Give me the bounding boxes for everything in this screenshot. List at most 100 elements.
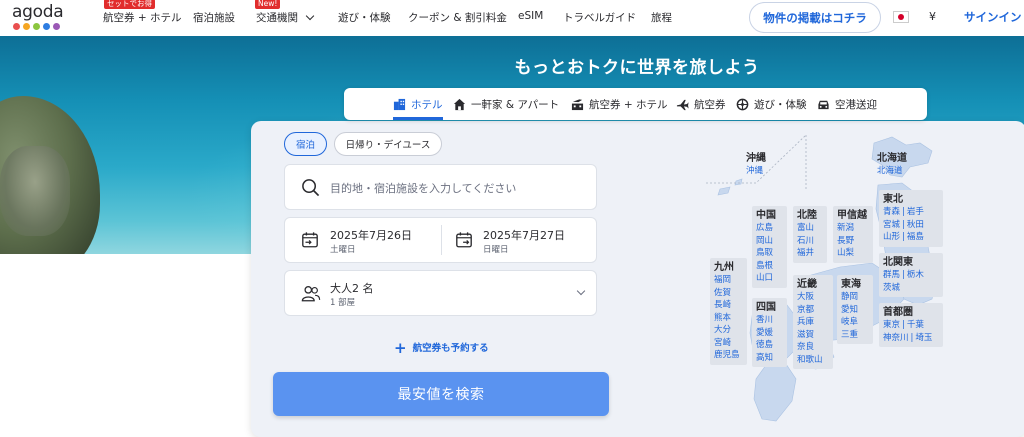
separator: | xyxy=(902,320,905,330)
prefecture-link[interactable]: 佐賀 xyxy=(714,288,731,298)
prefecture-link[interactable]: 三重 xyxy=(841,330,858,340)
prefecture-link[interactable]: 長崎 xyxy=(714,300,731,310)
nav-accommodations[interactable]: 宿泊施設 xyxy=(193,10,235,25)
prefecture-link[interactable]: 長野 xyxy=(837,236,854,246)
nav-activities[interactable]: 遊び・体験 xyxy=(338,10,391,25)
separator: | xyxy=(902,207,905,217)
prefecture-link[interactable]: 熊本 xyxy=(714,313,731,323)
guests-adults: 大人2 名 xyxy=(330,282,374,295)
logo-dot xyxy=(23,23,30,30)
nav-transport[interactable]: New! 交通機関 xyxy=(255,0,315,25)
prefecture-link[interactable]: 秋田 xyxy=(907,220,924,230)
tab-flight-hotel[interactable]: 航空券 + ホテル xyxy=(571,88,667,120)
agoda-logo[interactable]: agoda xyxy=(12,2,64,33)
prefecture-row: 静岡 xyxy=(841,291,869,304)
prefecture-link[interactable]: 宮崎 xyxy=(714,338,731,348)
checkin-day: 土曜日 xyxy=(330,245,356,255)
prefecture-row: 熊本 xyxy=(714,312,743,325)
prefecture-row: 福井 xyxy=(797,247,823,260)
destination-placeholder: 目的地・宿泊施設を入力してください xyxy=(330,182,517,195)
list-property-button[interactable]: 物件の掲載はコチラ xyxy=(749,2,881,33)
prefecture-link[interactable]: 宮城 xyxy=(883,220,900,230)
currency-selector[interactable]: ¥ xyxy=(929,10,936,23)
tab-hotel[interactable]: ホテル xyxy=(393,88,443,120)
nav-travel-guide[interactable]: トラベルガイド xyxy=(563,10,636,25)
search-panel: 宿泊 日帰り・デイユース 目的地・宿泊施設を入力してください 2025年7月26… xyxy=(251,121,1024,437)
prefecture-link[interactable]: 兵庫 xyxy=(797,317,814,327)
prefecture-link[interactable]: 高知 xyxy=(756,353,773,363)
prefecture-link[interactable]: 石川 xyxy=(797,236,814,246)
nav-coupons[interactable]: クーポン & 割引料金 xyxy=(408,10,507,25)
activities-icon xyxy=(736,98,749,110)
prefecture-row: 愛知 xyxy=(841,304,869,317)
nav-label: 旅程 xyxy=(651,12,672,24)
checkin-field[interactable]: 2025年7月26日 土曜日 xyxy=(285,218,441,262)
region-name: 北陸 xyxy=(797,210,817,221)
prefecture-row: 群馬 | 栃木 xyxy=(883,269,939,282)
prefecture-link[interactable]: 神奈川 xyxy=(883,333,909,343)
prefecture-link[interactable]: 茨城 xyxy=(883,283,900,293)
prefecture-link[interactable]: 広島 xyxy=(756,223,773,233)
separator: | xyxy=(910,332,914,343)
prefecture-link[interactable]: 青森 xyxy=(883,207,900,217)
guests-field[interactable]: 大人2 名 1 部屋 xyxy=(284,270,597,316)
prefecture-link[interactable]: 山形 xyxy=(883,232,900,242)
tab-airport-transfer[interactable]: 空港送迎 xyxy=(817,88,877,120)
prefecture-link[interactable]: 鹿児島 xyxy=(714,350,740,360)
prefecture-row: 神奈川 | 埼玉 xyxy=(883,332,939,345)
prefecture-link[interactable]: 北海道 xyxy=(877,166,903,176)
prefecture-link[interactable]: 鳥取 xyxy=(756,248,773,258)
prefecture-link[interactable]: 沖縄 xyxy=(746,166,763,176)
region-name: 東北 xyxy=(883,194,903,205)
prefecture-link[interactable]: 新潟 xyxy=(837,223,854,233)
nav-label: 交通機関 xyxy=(256,12,298,24)
prefecture-link[interactable]: 愛媛 xyxy=(756,328,773,338)
prefecture-row: 岡山 xyxy=(756,235,783,248)
prefecture-link[interactable]: 京都 xyxy=(797,305,814,315)
nav-label: クーポン & 割引料金 xyxy=(408,12,507,24)
prefecture-link[interactable]: 大阪 xyxy=(797,292,814,302)
prefecture-link[interactable]: 岩手 xyxy=(907,207,924,217)
add-flight-link[interactable]: + 航空券も予約する xyxy=(394,337,489,357)
tab-activities[interactable]: 遊び・体験 xyxy=(736,88,807,120)
checkout-day: 日曜日 xyxy=(483,245,509,255)
tab-homes-apartments[interactable]: 一軒家 & アパート xyxy=(453,88,559,120)
prefecture-link[interactable]: 福井 xyxy=(797,248,814,258)
prefecture-link[interactable]: 島根 xyxy=(756,261,773,271)
stay-type-overnight[interactable]: 宿泊 xyxy=(284,132,327,156)
prefecture-row: 大分 xyxy=(714,324,743,337)
signin-link[interactable]: サインイン xyxy=(964,9,1022,25)
prefecture-link[interactable]: 徳島 xyxy=(756,340,773,350)
prefecture-row: 島根 xyxy=(756,260,783,273)
prefecture-link[interactable]: 奈良 xyxy=(797,342,814,352)
prefecture-link[interactable]: 埼玉 xyxy=(915,333,932,343)
tab-label: 航空券 xyxy=(694,98,726,111)
destination-field[interactable]: 目的地・宿泊施設を入力してください xyxy=(284,164,597,210)
prefecture-link[interactable]: 山口 xyxy=(756,273,773,283)
prefecture-link[interactable]: 岐阜 xyxy=(841,317,858,327)
nav-flight-hotel[interactable]: セットでお得 航空券 + ホテル xyxy=(103,0,181,25)
top-navigation-bar: agoda セットでお得 航空券 + ホテル 宿泊施設 New! 交通機関 遊び… xyxy=(0,0,1024,36)
prefecture-link[interactable]: 岡山 xyxy=(756,236,773,246)
prefecture-link[interactable]: 栃木 xyxy=(907,270,924,280)
prefecture-link[interactable]: 愛知 xyxy=(841,305,858,315)
prefecture-link[interactable]: 福岡 xyxy=(714,275,731,285)
nav-itinerary[interactable]: 旅程 xyxy=(651,10,672,25)
stay-type-dayuse[interactable]: 日帰り・デイユース xyxy=(334,132,442,156)
prefecture-link[interactable]: 福島 xyxy=(907,232,924,242)
search-button[interactable]: 最安値を検索 xyxy=(273,372,609,416)
prefecture-link[interactable]: 富山 xyxy=(797,223,814,233)
prefecture-link[interactable]: 千葉 xyxy=(907,320,924,330)
japan-flag-icon[interactable] xyxy=(893,11,909,23)
prefecture-link[interactable]: 滋賀 xyxy=(797,330,814,340)
prefecture-link[interactable]: 東京 xyxy=(883,320,900,330)
nav-esim[interactable]: eSIM xyxy=(518,10,543,22)
prefecture-link[interactable]: 静岡 xyxy=(841,292,858,302)
checkout-field[interactable]: 2025年7月27日 日曜日 xyxy=(442,218,597,262)
prefecture-link[interactable]: 和歌山 xyxy=(797,355,823,365)
tab-flights[interactable]: 航空券 xyxy=(676,88,726,120)
prefecture-link[interactable]: 香川 xyxy=(756,315,773,325)
prefecture-link[interactable]: 大分 xyxy=(714,325,731,335)
prefecture-link[interactable]: 群馬 xyxy=(883,270,900,280)
prefecture-link[interactable]: 山梨 xyxy=(837,248,854,258)
